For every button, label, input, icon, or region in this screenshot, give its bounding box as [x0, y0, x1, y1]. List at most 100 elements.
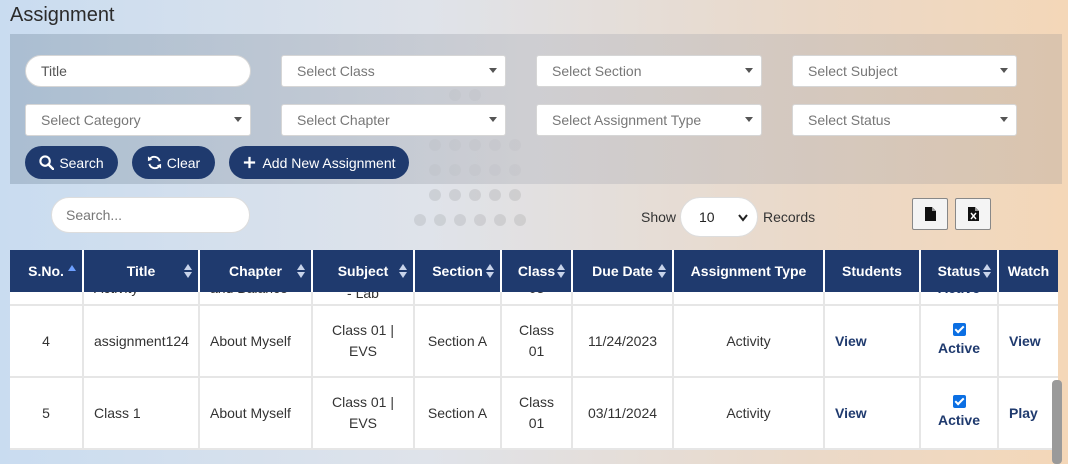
search-icon [39, 155, 55, 170]
table-search-input[interactable]: Search... [51, 197, 250, 233]
show-label: Show [641, 209, 677, 225]
table-body: Activity and Balance - Lab 03 Active 4 a… [10, 278, 1058, 450]
chevron-down-icon [489, 117, 497, 122]
sort-icon [184, 264, 192, 278]
cell-sno: 5 [10, 378, 84, 448]
subject-select[interactable]: Select Subject [792, 55, 1017, 87]
chevron-down-icon [738, 214, 748, 222]
cell-assignment-type: Activity [674, 306, 825, 376]
cell-section: Section A [415, 378, 502, 448]
students-view-link[interactable]: View [835, 403, 867, 424]
cell-subject-line1: Class 01 | [332, 322, 394, 338]
subject-select-value: Select Subject [808, 63, 898, 79]
title-input-placeholder: Title [41, 63, 67, 79]
column-header-due-date[interactable]: Due Date [573, 250, 674, 292]
students-view-link[interactable]: View [835, 331, 867, 352]
chevron-down-icon [745, 117, 753, 122]
column-header-section[interactable]: Section [415, 250, 502, 292]
column-header-sno[interactable]: S.No. [10, 250, 84, 292]
chevron-down-icon [489, 68, 497, 73]
cell-class: Class 01 [502, 378, 573, 448]
cell-status: Active [921, 378, 999, 448]
cell-title: assignment124 [84, 306, 200, 376]
column-label-subject: Subject [337, 263, 389, 279]
sort-icon [557, 264, 565, 278]
status-checkbox[interactable] [952, 395, 966, 408]
cell-chapter: About Myself [200, 378, 313, 448]
category-select-value: Select Category [41, 112, 141, 128]
table-header: S.No. Title Chapter Subject Section Clas… [10, 250, 1058, 292]
section-select[interactable]: Select Section [536, 55, 762, 87]
sort-icon [658, 264, 666, 278]
column-header-class[interactable]: Class [502, 250, 573, 292]
chevron-down-icon [234, 117, 242, 122]
cell-due-date: 11/24/2023 [573, 306, 674, 376]
cell-watch: Play [999, 378, 1058, 448]
page-title: Assignment [10, 4, 115, 26]
export-pdf-button[interactable] [912, 198, 948, 230]
chapter-select[interactable]: Select Chapter [281, 104, 506, 136]
refresh-icon [147, 155, 161, 170]
column-header-subject[interactable]: Subject [313, 250, 415, 292]
column-header-title[interactable]: Title [84, 250, 200, 292]
sort-icon [297, 264, 305, 278]
export-excel-button[interactable] [955, 198, 991, 230]
column-header-chapter[interactable]: Chapter [200, 250, 313, 292]
category-select[interactable]: Select Category [25, 104, 251, 136]
cell-assignment-type: Activity [674, 378, 825, 448]
pdf-icon [924, 207, 936, 221]
class-select[interactable]: Select Class [281, 55, 506, 87]
column-label-class: Class [517, 263, 556, 279]
cell-class-line2: 01 [528, 343, 545, 359]
cell-subject-line2: EVS [348, 415, 377, 431]
table-search-placeholder: Search... [66, 207, 123, 223]
page-size-value: 10 [699, 209, 715, 225]
column-label-chapter: Chapter [229, 263, 282, 279]
cell-section: Section A [415, 306, 502, 376]
column-header-students[interactable]: Students [825, 250, 921, 292]
cell-class-line1: Class [518, 322, 554, 338]
cell-sno: 4 [10, 306, 84, 376]
cell-watch: View [999, 306, 1058, 376]
table-row: 4 assignment124 About Myself Class 01 | … [10, 306, 1058, 378]
status-select[interactable]: Select Status [792, 104, 1017, 136]
watch-view-link[interactable]: View [1009, 331, 1041, 352]
assignment-type-select[interactable]: Select Assignment Type [536, 104, 762, 136]
status-label: Active [937, 412, 981, 428]
records-label: Records [763, 209, 816, 225]
chapter-select-value: Select Chapter [297, 112, 390, 128]
sort-icon [399, 264, 407, 278]
cell-students: View [825, 378, 921, 448]
cell-students: View [825, 306, 921, 376]
cell-subject: Class 01 | EVS [313, 378, 415, 448]
table-row: 5 Class 1 About Myself Class 01 | EVS Se… [10, 378, 1058, 450]
clear-button[interactable]: Clear [132, 146, 215, 179]
title-input[interactable]: Title [25, 55, 251, 87]
chevron-down-icon [745, 68, 753, 73]
column-header-watch[interactable]: Watch [999, 250, 1058, 292]
add-new-assignment-button[interactable]: Add New Assignment [229, 146, 409, 179]
page-size-select[interactable]: 10 [680, 197, 758, 237]
column-label-status: Status [937, 263, 981, 279]
assignments-table: S.No. Title Chapter Subject Section Clas… [10, 250, 1058, 464]
sort-icon [486, 264, 494, 278]
column-label-watch: Watch [1007, 263, 1050, 279]
column-label-assignment-type: Assignment Type [690, 263, 807, 279]
status-label: Active [937, 340, 981, 356]
excel-icon [967, 207, 979, 221]
section-select-value: Select Section [552, 63, 642, 79]
search-button[interactable]: Search [25, 146, 118, 179]
cell-chapter: About Myself [200, 306, 313, 376]
chevron-down-icon [1000, 117, 1008, 122]
cell-status: Active [921, 306, 999, 376]
class-select-value: Select Class [297, 63, 375, 79]
column-header-status[interactable]: Status [921, 250, 999, 292]
status-select-value: Select Status [808, 112, 891, 128]
watch-play-link[interactable]: Play [1009, 403, 1038, 424]
column-header-assignment-type[interactable]: Assignment Type [674, 250, 825, 292]
column-label-due-date: Due Date [592, 263, 653, 279]
column-label-title: Title [126, 263, 156, 279]
status-checkbox[interactable] [952, 323, 966, 336]
cell-class: Class 01 [502, 306, 573, 376]
vertical-scrollbar[interactable] [1052, 380, 1062, 464]
